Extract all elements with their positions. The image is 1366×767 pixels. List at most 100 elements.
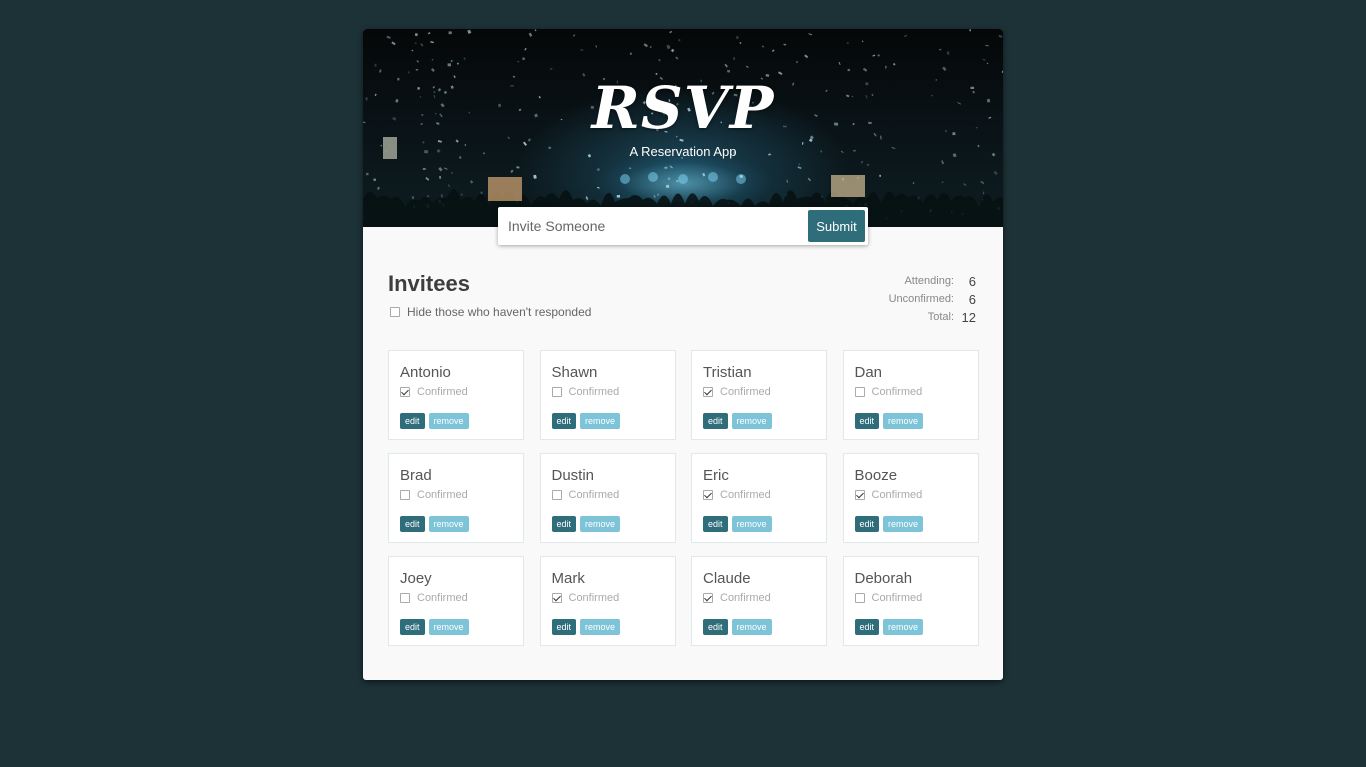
guest-counter: Attending: 6 Unconfirmed: 6 Total: 12 — [889, 272, 976, 326]
confirmed-checkbox[interactable] — [400, 490, 410, 500]
invitee-list: Antonio Confirmed edit remove Shawn Confirmed… — [388, 350, 979, 646]
guest-actions: edit remove — [400, 619, 469, 635]
guest-card: Joey Confirmed edit remove — [388, 556, 524, 646]
guest-card: Shawn Confirmed edit remove — [539, 350, 676, 440]
confirmed-toggle[interactable]: Confirmed — [703, 386, 815, 398]
confirmed-toggle[interactable]: Confirmed — [551, 489, 664, 501]
guest-name: Antonio — [400, 364, 451, 381]
confirmed-checkbox[interactable] — [854, 593, 865, 603]
remove-button[interactable]: remove — [428, 413, 469, 429]
guest-actions: edit remove — [551, 516, 621, 532]
edit-button[interactable]: edit — [703, 516, 728, 532]
confirmed-checkbox[interactable] — [703, 593, 713, 603]
remove-button[interactable]: remove — [428, 619, 469, 635]
app-tagline: A Reservation App — [629, 144, 737, 159]
confirmed-label: Confirmed — [417, 489, 468, 501]
edit-button[interactable]: edit — [703, 619, 728, 635]
counter-attending: Attending: 6 — [889, 272, 976, 290]
confirmed-toggle[interactable]: Confirmed — [703, 592, 815, 604]
guest-actions: edit remove — [854, 413, 924, 429]
confirmed-checkbox[interactable] — [854, 387, 865, 397]
edit-button[interactable]: edit — [551, 516, 577, 532]
header-banner: RSVP A Reservation App — [363, 29, 1003, 227]
guest-name: Deborah — [854, 570, 913, 587]
attending-label: Attending: — [904, 275, 954, 287]
confirmed-toggle[interactable]: Confirmed — [551, 386, 664, 398]
confirmed-label: Confirmed — [568, 592, 620, 604]
confirmed-checkbox[interactable] — [551, 490, 562, 500]
remove-button[interactable]: remove — [580, 516, 621, 532]
guest-card: Mark Confirmed edit remove — [539, 556, 676, 646]
confirmed-label: Confirmed — [417, 386, 468, 398]
edit-button[interactable]: edit — [854, 516, 880, 532]
guest-name: Brad — [400, 467, 432, 484]
confirmed-label: Confirmed — [720, 592, 771, 604]
remove-button[interactable]: remove — [580, 413, 621, 429]
confirmed-toggle[interactable]: Confirmed — [854, 386, 967, 398]
confirmed-checkbox[interactable] — [400, 387, 410, 397]
guest-name: Dustin — [551, 467, 595, 484]
confirmed-toggle[interactable]: Confirmed — [551, 592, 664, 604]
confirmed-label: Confirmed — [417, 592, 468, 604]
edit-button[interactable]: edit — [400, 516, 425, 532]
guest-name: Dan — [854, 364, 883, 381]
guest-name: Booze — [854, 467, 898, 484]
guest-name: Mark — [551, 570, 585, 587]
hide-unresponded-checkbox[interactable] — [390, 307, 400, 317]
submit-button[interactable]: Submit — [808, 210, 865, 242]
counter-unconfirmed: Unconfirmed: 6 — [889, 290, 976, 308]
confirmed-label: Confirmed — [720, 386, 771, 398]
guest-actions: edit remove — [400, 413, 469, 429]
edit-button[interactable]: edit — [703, 413, 728, 429]
confirmed-checkbox[interactable] — [551, 387, 562, 397]
guest-actions: edit remove — [854, 619, 924, 635]
confirmed-toggle[interactable]: Confirmed — [703, 489, 815, 501]
remove-button[interactable]: remove — [428, 516, 469, 532]
attending-count: 6 — [968, 273, 976, 289]
guest-card: Dan Confirmed edit remove — [842, 350, 979, 440]
edit-button[interactable]: edit — [400, 413, 425, 429]
guest-actions: edit remove — [703, 413, 772, 429]
hide-unresponded-label: Hide those who haven't responded — [407, 305, 592, 319]
confirmed-toggle[interactable]: Confirmed — [854, 489, 967, 501]
confirmed-toggle[interactable]: Confirmed — [854, 592, 967, 604]
guest-actions: edit remove — [400, 516, 469, 532]
unconfirmed-label: Unconfirmed: — [888, 293, 954, 305]
confirmed-toggle[interactable]: Confirmed — [400, 592, 512, 604]
remove-button[interactable]: remove — [883, 619, 924, 635]
confirmed-checkbox[interactable] — [400, 593, 410, 603]
confirmed-label: Confirmed — [871, 489, 923, 501]
confirmed-toggle[interactable]: Confirmed — [400, 386, 512, 398]
confirmed-checkbox[interactable] — [703, 387, 713, 397]
confirmed-checkbox[interactable] — [854, 490, 865, 500]
guest-actions: edit remove — [703, 516, 772, 532]
confirmed-checkbox[interactable] — [551, 593, 562, 603]
confirmed-label: Confirmed — [720, 489, 771, 501]
confirmed-checkbox[interactable] — [703, 490, 713, 500]
remove-button[interactable]: remove — [731, 413, 772, 429]
edit-button[interactable]: edit — [551, 619, 577, 635]
edit-button[interactable]: edit — [854, 619, 880, 635]
edit-button[interactable]: edit — [400, 619, 425, 635]
confirmed-label: Confirmed — [568, 489, 620, 501]
unconfirmed-count: 6 — [968, 291, 976, 307]
invite-input[interactable] — [498, 207, 798, 245]
remove-button[interactable]: remove — [883, 516, 924, 532]
remove-button[interactable]: remove — [731, 619, 772, 635]
hide-unresponded-filter[interactable]: Hide those who haven't responded — [390, 305, 591, 319]
guest-name: Claude — [703, 570, 751, 587]
remove-button[interactable]: remove — [580, 619, 621, 635]
guest-actions: edit remove — [551, 413, 621, 429]
remove-button[interactable]: remove — [731, 516, 772, 532]
total-count: 12 — [961, 309, 976, 325]
remove-button[interactable]: remove — [883, 413, 924, 429]
edit-button[interactable]: edit — [854, 413, 880, 429]
confirmed-label: Confirmed — [871, 386, 923, 398]
guest-card: Brad Confirmed edit remove — [388, 453, 524, 543]
confirmed-toggle[interactable]: Confirmed — [400, 489, 512, 501]
guest-card: Antonio Confirmed edit remove — [388, 350, 524, 440]
guest-card: Claude Confirmed edit remove — [691, 556, 827, 646]
guest-card: Deborah Confirmed edit remove — [842, 556, 979, 646]
edit-button[interactable]: edit — [551, 413, 577, 429]
counter-total: Total: 12 — [889, 308, 976, 326]
